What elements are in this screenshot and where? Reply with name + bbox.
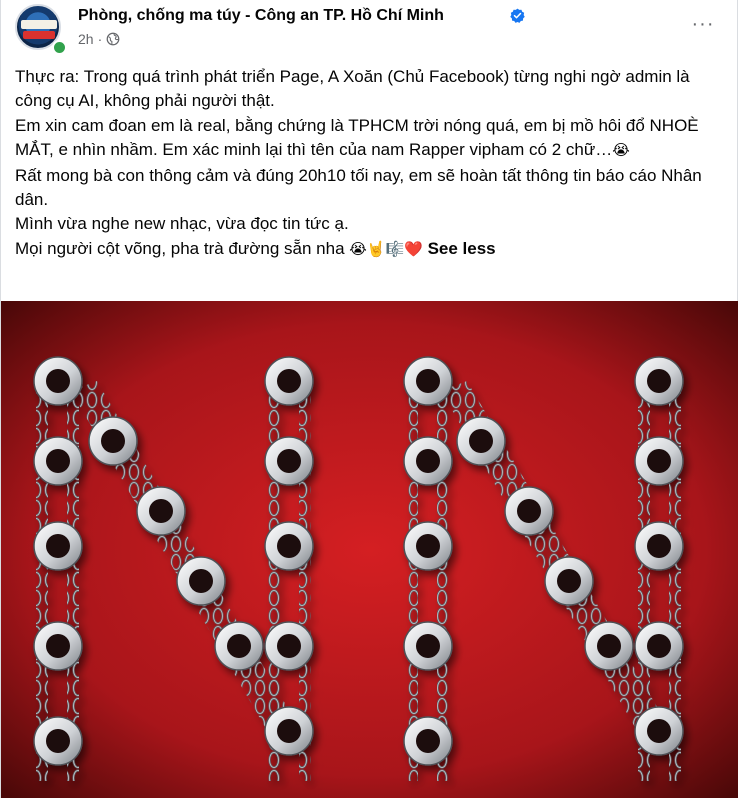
more-options-button[interactable]: ··· [685, 6, 721, 42]
handcuff-chain-letters-image[interactable] [1, 301, 738, 798]
facebook-post: Phòng, chống ma túy - Công an TP. Hồ Chí… [0, 0, 738, 798]
crying-emoji-icon: 😭 [612, 142, 630, 160]
post-text-line-4: Mình vừa nghe new nhạc, vừa đọc tin tức … [15, 214, 349, 234]
post-text-line-5: Mọi người cột võng, pha trà đường sẵn nh… [15, 237, 730, 262]
more-options-icon: ··· [691, 12, 715, 35]
verified-badge-icon [510, 8, 525, 23]
post-meta: 2h · [78, 31, 120, 47]
emoji-group-icon: 😭🤘🎼❤️ [349, 240, 423, 258]
post-text-line-1: Thực ra: Trong quá trình phát triển Page… [15, 67, 690, 111]
online-status-indicator [52, 40, 67, 55]
post-text-line-5-content: Mọi người cột võng, pha trà đường sẵn nh… [15, 238, 345, 258]
meta-separator: · [97, 31, 103, 47]
see-less-link[interactable]: See less [428, 239, 496, 258]
post-text-line-3: Rất mong bà con thông cảm và đúng 20h10 … [15, 165, 702, 210]
post-text-line-2: Em xin cam đoan em là real, bằng chứng l… [15, 114, 730, 164]
post-header: Phòng, chống ma túy - Công an TP. Hồ Chí… [1, 0, 738, 60]
page-avatar[interactable] [15, 4, 67, 55]
post-text-line-2-content: Em xin cam đoan em là real, bằng chứng l… [15, 115, 699, 160]
page-name-link[interactable]: Phòng, chống ma túy - Công an TP. Hồ Chí… [78, 7, 444, 25]
globe-icon[interactable] [106, 32, 120, 46]
post-timestamp[interactable]: 2h [78, 31, 94, 47]
post-text: Thực ra: Trong quá trình phát triển Page… [15, 65, 730, 262]
